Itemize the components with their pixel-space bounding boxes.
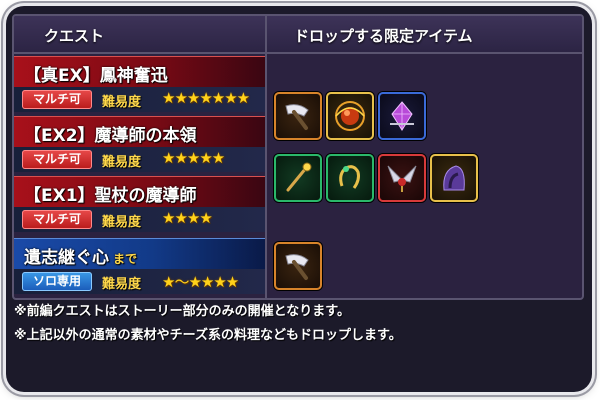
quest-row-ex1[interactable]: 【EX1】聖杖の魔導師 マルチ可 難易度 ★★★★ bbox=[14, 176, 265, 232]
header-divider bbox=[265, 16, 267, 52]
quest-title: 【EX2】魔導師の本領 bbox=[24, 126, 197, 146]
quest-row-shin-ex[interactable]: 【真EX】鳳神奮迅 マルチ可 難易度 ★★★★★★★ bbox=[14, 56, 265, 112]
orb-icon-graphic bbox=[335, 101, 365, 131]
wings-icon-graphic bbox=[387, 165, 417, 192]
difficulty-stars: ★★★★★★★ bbox=[162, 89, 250, 107]
quest-title: 【真EX】鳳神奮迅 bbox=[24, 66, 168, 86]
multi-tag: マルチ可 bbox=[22, 90, 92, 109]
table-header: クエスト ドロップする限定アイテム bbox=[14, 16, 582, 54]
axe-icon[interactable] bbox=[274, 242, 322, 290]
difficulty-label: 難易度 bbox=[102, 155, 142, 170]
quest-title-bar: 【真EX】鳳神奮迅 bbox=[14, 56, 265, 87]
quest-row-ex2[interactable]: 【EX2】魔導師の本領 マルチ可 難易度 ★★★★★ bbox=[14, 116, 265, 172]
ring-icon-graphic bbox=[339, 165, 360, 189]
quest-title-bar: 【EX2】魔導師の本領 bbox=[14, 116, 265, 147]
orb-icon[interactable] bbox=[326, 92, 374, 140]
quest-title-bar: 遺志継ぐ心 まで bbox=[14, 238, 265, 269]
axe-icon-graphic bbox=[285, 104, 309, 130]
quest-info-bar: マルチ可 難易度 ★★★★★★★ bbox=[14, 87, 265, 112]
ring-icon[interactable] bbox=[326, 154, 374, 202]
axe-icon[interactable] bbox=[274, 92, 322, 140]
difficulty-stars: ★★★★ bbox=[162, 209, 213, 227]
quest-title-suffix: まで bbox=[113, 252, 138, 266]
quest-row-ishi-tsugu-kokoro[interactable]: 遺志継ぐ心 まで ソロ専用 難易度 ★～★★★★ bbox=[14, 238, 265, 294]
quest-title: 【EX1】聖杖の魔導師 bbox=[24, 186, 197, 206]
difficulty-label: 難易度 bbox=[102, 95, 142, 110]
quest-info-bar: ソロ専用 難易度 ★～★★★★ bbox=[14, 269, 265, 294]
difficulty-label: 難易度 bbox=[102, 277, 142, 292]
hood-icon-graphic bbox=[443, 165, 465, 191]
difficulty-stars: ★★★★★ bbox=[162, 149, 225, 167]
header-drop-label: ドロップする限定アイテム bbox=[294, 27, 473, 45]
axe-icon-graphic bbox=[285, 254, 309, 280]
crystal-helm-icon-graphic bbox=[390, 101, 414, 131]
column-divider bbox=[265, 52, 267, 298]
difficulty-stars: ★～★★★★ bbox=[162, 273, 239, 291]
header-quest-label: クエスト bbox=[44, 27, 105, 45]
quest-title: 遺志継ぐ心 まで bbox=[24, 248, 138, 268]
wings-icon[interactable] bbox=[378, 154, 426, 202]
quest-drop-table: クエスト ドロップする限定アイテム 【真EX】鳳神奮迅 マルチ可 難易度 ★★★… bbox=[12, 14, 584, 300]
crystal-helm-icon[interactable] bbox=[378, 92, 426, 140]
hood-icon[interactable] bbox=[430, 154, 478, 202]
staff-icon[interactable] bbox=[274, 154, 322, 202]
quest-info-bar: マルチ可 難易度 ★★★★ bbox=[14, 207, 265, 232]
difficulty-label: 難易度 bbox=[102, 215, 142, 230]
footnote-1: ※前編クエストはストーリー部分のみの開催となります。 bbox=[14, 304, 350, 319]
quest-title-bar: 【EX1】聖杖の魔導師 bbox=[14, 176, 265, 207]
footnote-2: ※上記以外の通常の素材やチーズ系の料理などもドロップします。 bbox=[14, 328, 402, 343]
multi-tag: マルチ可 bbox=[22, 210, 92, 229]
multi-tag: マルチ可 bbox=[22, 150, 92, 169]
solo-tag: ソロ専用 bbox=[22, 272, 92, 291]
footnotes: ※前編クエストはストーリー部分のみの開催となります。 ※上記以外の通常の素材やチ… bbox=[14, 300, 584, 348]
quest-info-bar: マルチ可 難易度 ★★★★★ bbox=[14, 147, 265, 172]
staff-icon-graphic bbox=[286, 162, 312, 192]
